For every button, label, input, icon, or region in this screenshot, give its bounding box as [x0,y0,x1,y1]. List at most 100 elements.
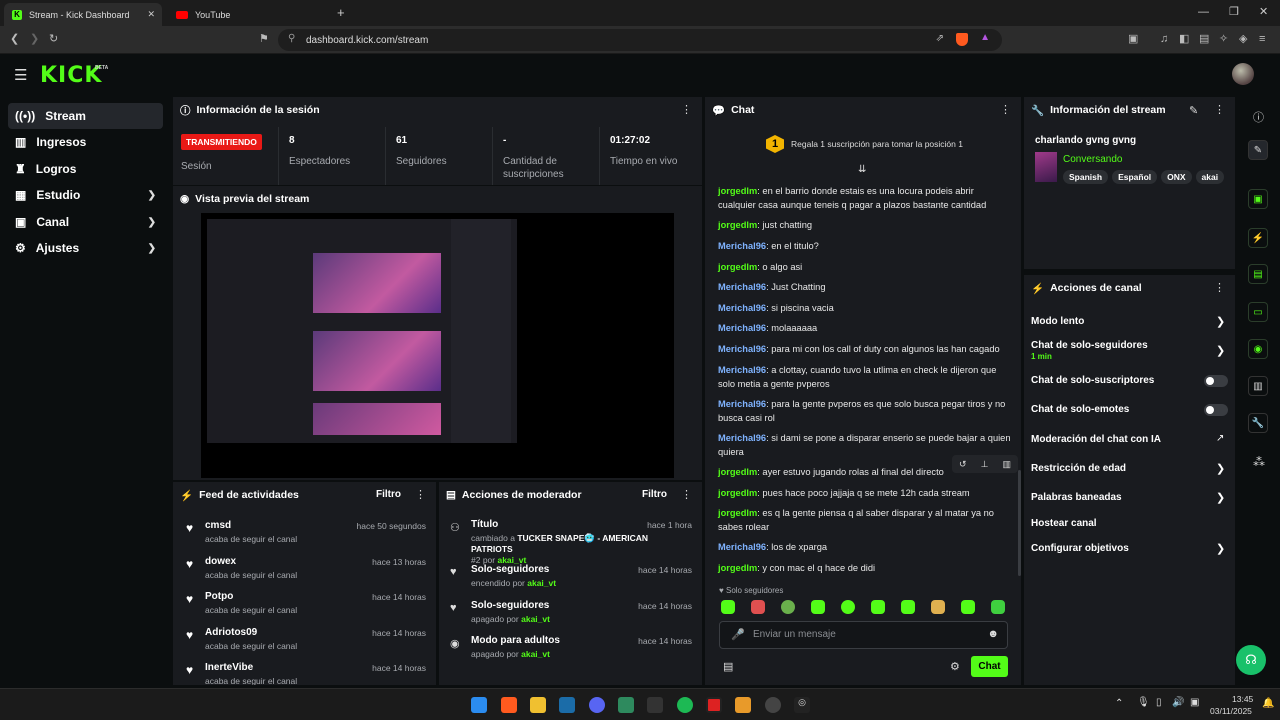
chat-username[interactable]: Merichal96 [718,323,766,333]
document-icon[interactable]: ▤ [1248,264,1268,284]
chevron-right-icon[interactable]: ❯ [1216,491,1225,504]
share-icon[interactable]: ⇗ [936,33,944,44]
chat-username[interactable]: Merichal96 [718,241,766,251]
back-icon[interactable]: ❮ [10,33,19,45]
filter-button[interactable]: Filtro [376,489,401,500]
follower-name[interactable]: Adriotos09 [205,627,257,638]
action-age-restriction[interactable]: Restricción de edad [1031,463,1126,474]
clock-time[interactable]: 13:45 [1232,694,1253,704]
category-name[interactable]: Conversando [1063,154,1122,165]
site-info-icon[interactable]: ⚲ [288,33,295,44]
chat-username[interactable]: jorgedlm [718,488,757,498]
chat-username[interactable]: Merichal96 [718,344,766,354]
chat-bubble-icon[interactable]: ▭ [1248,302,1268,322]
emote-button[interactable] [931,600,945,614]
external-link-icon[interactable]: ↗ [1216,433,1224,444]
capture-icon[interactable]: ▣ [1248,189,1268,209]
chat-input[interactable]: 🎤 Enviar un mensaje ☻ [719,621,1008,649]
follower-name[interactable]: dowex [205,556,236,567]
sidebar-item-logros[interactable]: ♜ Logros [8,156,163,182]
menu-icon[interactable]: ≡ [1259,33,1265,45]
notepad-icon[interactable] [618,697,634,713]
moderator-name[interactable]: akai_vt [521,614,550,624]
trash-icon[interactable]: ▥ [1002,459,1011,470]
epic-games-icon[interactable] [647,697,663,713]
emote-button[interactable] [841,600,855,614]
spotify-icon[interactable] [677,697,693,713]
discord-icon[interactable] [589,697,605,713]
sidebar-item-ingresos[interactable]: ▥ Ingresos [8,129,163,155]
notification-icon[interactable]: 🔔 [1262,698,1274,709]
action-slow-mode[interactable]: Modo lento [1031,316,1084,327]
chat-username[interactable]: Merichal96 [718,433,766,443]
file-explorer-icon[interactable] [530,697,546,713]
edit-pencil-icon[interactable]: ✎ [1248,140,1268,160]
game-controller-icon[interactable]: ◎ [794,697,810,713]
layout-icon[interactable]: ▥ [1248,376,1268,396]
sidebar-toggle-icon[interactable]: ▣ [1128,33,1138,45]
new-tab-button[interactable]: + [337,5,345,20]
chat-username[interactable]: Merichal96 [718,303,766,313]
emote-button[interactable] [751,600,765,614]
tray-chevron-icon[interactable]: ⌃ [1115,698,1123,709]
kebab-menu-icon[interactable]: ⋮ [415,489,426,501]
chevron-right-icon[interactable]: ❯ [1216,462,1225,475]
chat-username[interactable]: jorgedlm [718,186,757,196]
action-configure-goals[interactable]: Configurar objetivos [1031,543,1129,554]
moderator-name[interactable]: akai_vt [527,578,556,588]
microphone-icon[interactable]: 🎤 [731,628,745,641]
filter-button[interactable]: Filtro [642,489,667,500]
sidebar-item-ajustes[interactable]: ⚙ Ajustes ❯ [8,235,163,261]
forward-icon[interactable]: ❯ [30,33,39,45]
close-window-icon[interactable]: ✕ [1259,5,1268,18]
wallet-icon[interactable]: ▤ [1199,33,1209,45]
chat-username[interactable]: jorgedlm [718,467,757,477]
media-icon[interactable]: ♫ [1160,33,1168,45]
network-icon[interactable]: ▯ [1156,697,1162,708]
emote-button[interactable] [811,600,825,614]
subscribers-only-toggle[interactable] [1204,375,1228,387]
action-ai-moderation[interactable]: Moderación del chat con IA [1031,434,1161,445]
send-chat-button[interactable]: Chat [971,656,1008,677]
category-thumbnail[interactable] [1035,152,1057,182]
chevron-right-icon[interactable]: ❯ [1216,315,1225,328]
sidebar-item-canal[interactable]: ▣ Canal ❯ [8,209,163,235]
emoji-icon[interactable]: ☻ [987,628,999,640]
clock-date[interactable]: 03/11/2025 [1210,706,1252,716]
kebab-menu-icon[interactable]: ⋮ [1000,104,1011,116]
emote-button[interactable] [871,600,885,614]
widgets-icon[interactable]: ⁂ [1253,455,1265,469]
vlc-icon[interactable] [735,697,751,713]
brave-shields-icon[interactable] [956,33,968,46]
follower-name[interactable]: Potpo [205,591,233,602]
start-menu-icon[interactable] [471,697,487,713]
kebab-menu-icon[interactable]: ⋮ [681,104,692,116]
chat-scrollbar[interactable] [1018,470,1021,576]
action-banned-words[interactable]: Palabras baneadas [1031,492,1122,503]
chat-username[interactable]: jorgedlm [718,220,757,230]
vpn-icon[interactable]: ◈ [1239,33,1247,45]
rewards-icon[interactable]: ▲ [980,32,990,43]
support-headset-icon[interactable]: ☊ [1236,645,1266,675]
chat-username[interactable]: Merichal96 [718,399,766,409]
microphone-icon[interactable]: 🎙 [1137,697,1150,708]
chat-username[interactable]: jorgedlm [718,563,757,573]
lightning-icon[interactable]: ⚡ [1248,228,1268,248]
close-tab-icon[interactable]: ✕ [147,9,155,20]
tray-icon[interactable]: ▣ [1190,697,1199,708]
info-icon[interactable]: ⓘ [1253,109,1264,125]
avatar[interactable] [1232,63,1254,85]
emotes-only-toggle[interactable] [1204,404,1228,416]
chat-username[interactable]: Merichal96 [718,365,766,375]
wrench-icon[interactable]: 🔧 [1248,413,1268,433]
chat-username[interactable]: jorgedlm [718,508,757,518]
obs-icon[interactable] [765,697,781,713]
sidebar-item-stream[interactable]: ((•)) Stream [8,103,163,129]
volume-icon[interactable]: 🔊 [1172,697,1184,708]
pinned-collapse-icon[interactable]: ⇊ [858,164,866,175]
kebab-menu-icon[interactable]: ⋮ [1214,282,1225,294]
follower-name[interactable]: InerteVibe [205,662,253,673]
emote-button[interactable] [781,600,795,614]
emote-button[interactable] [901,600,915,614]
steam-icon[interactable] [559,697,575,713]
